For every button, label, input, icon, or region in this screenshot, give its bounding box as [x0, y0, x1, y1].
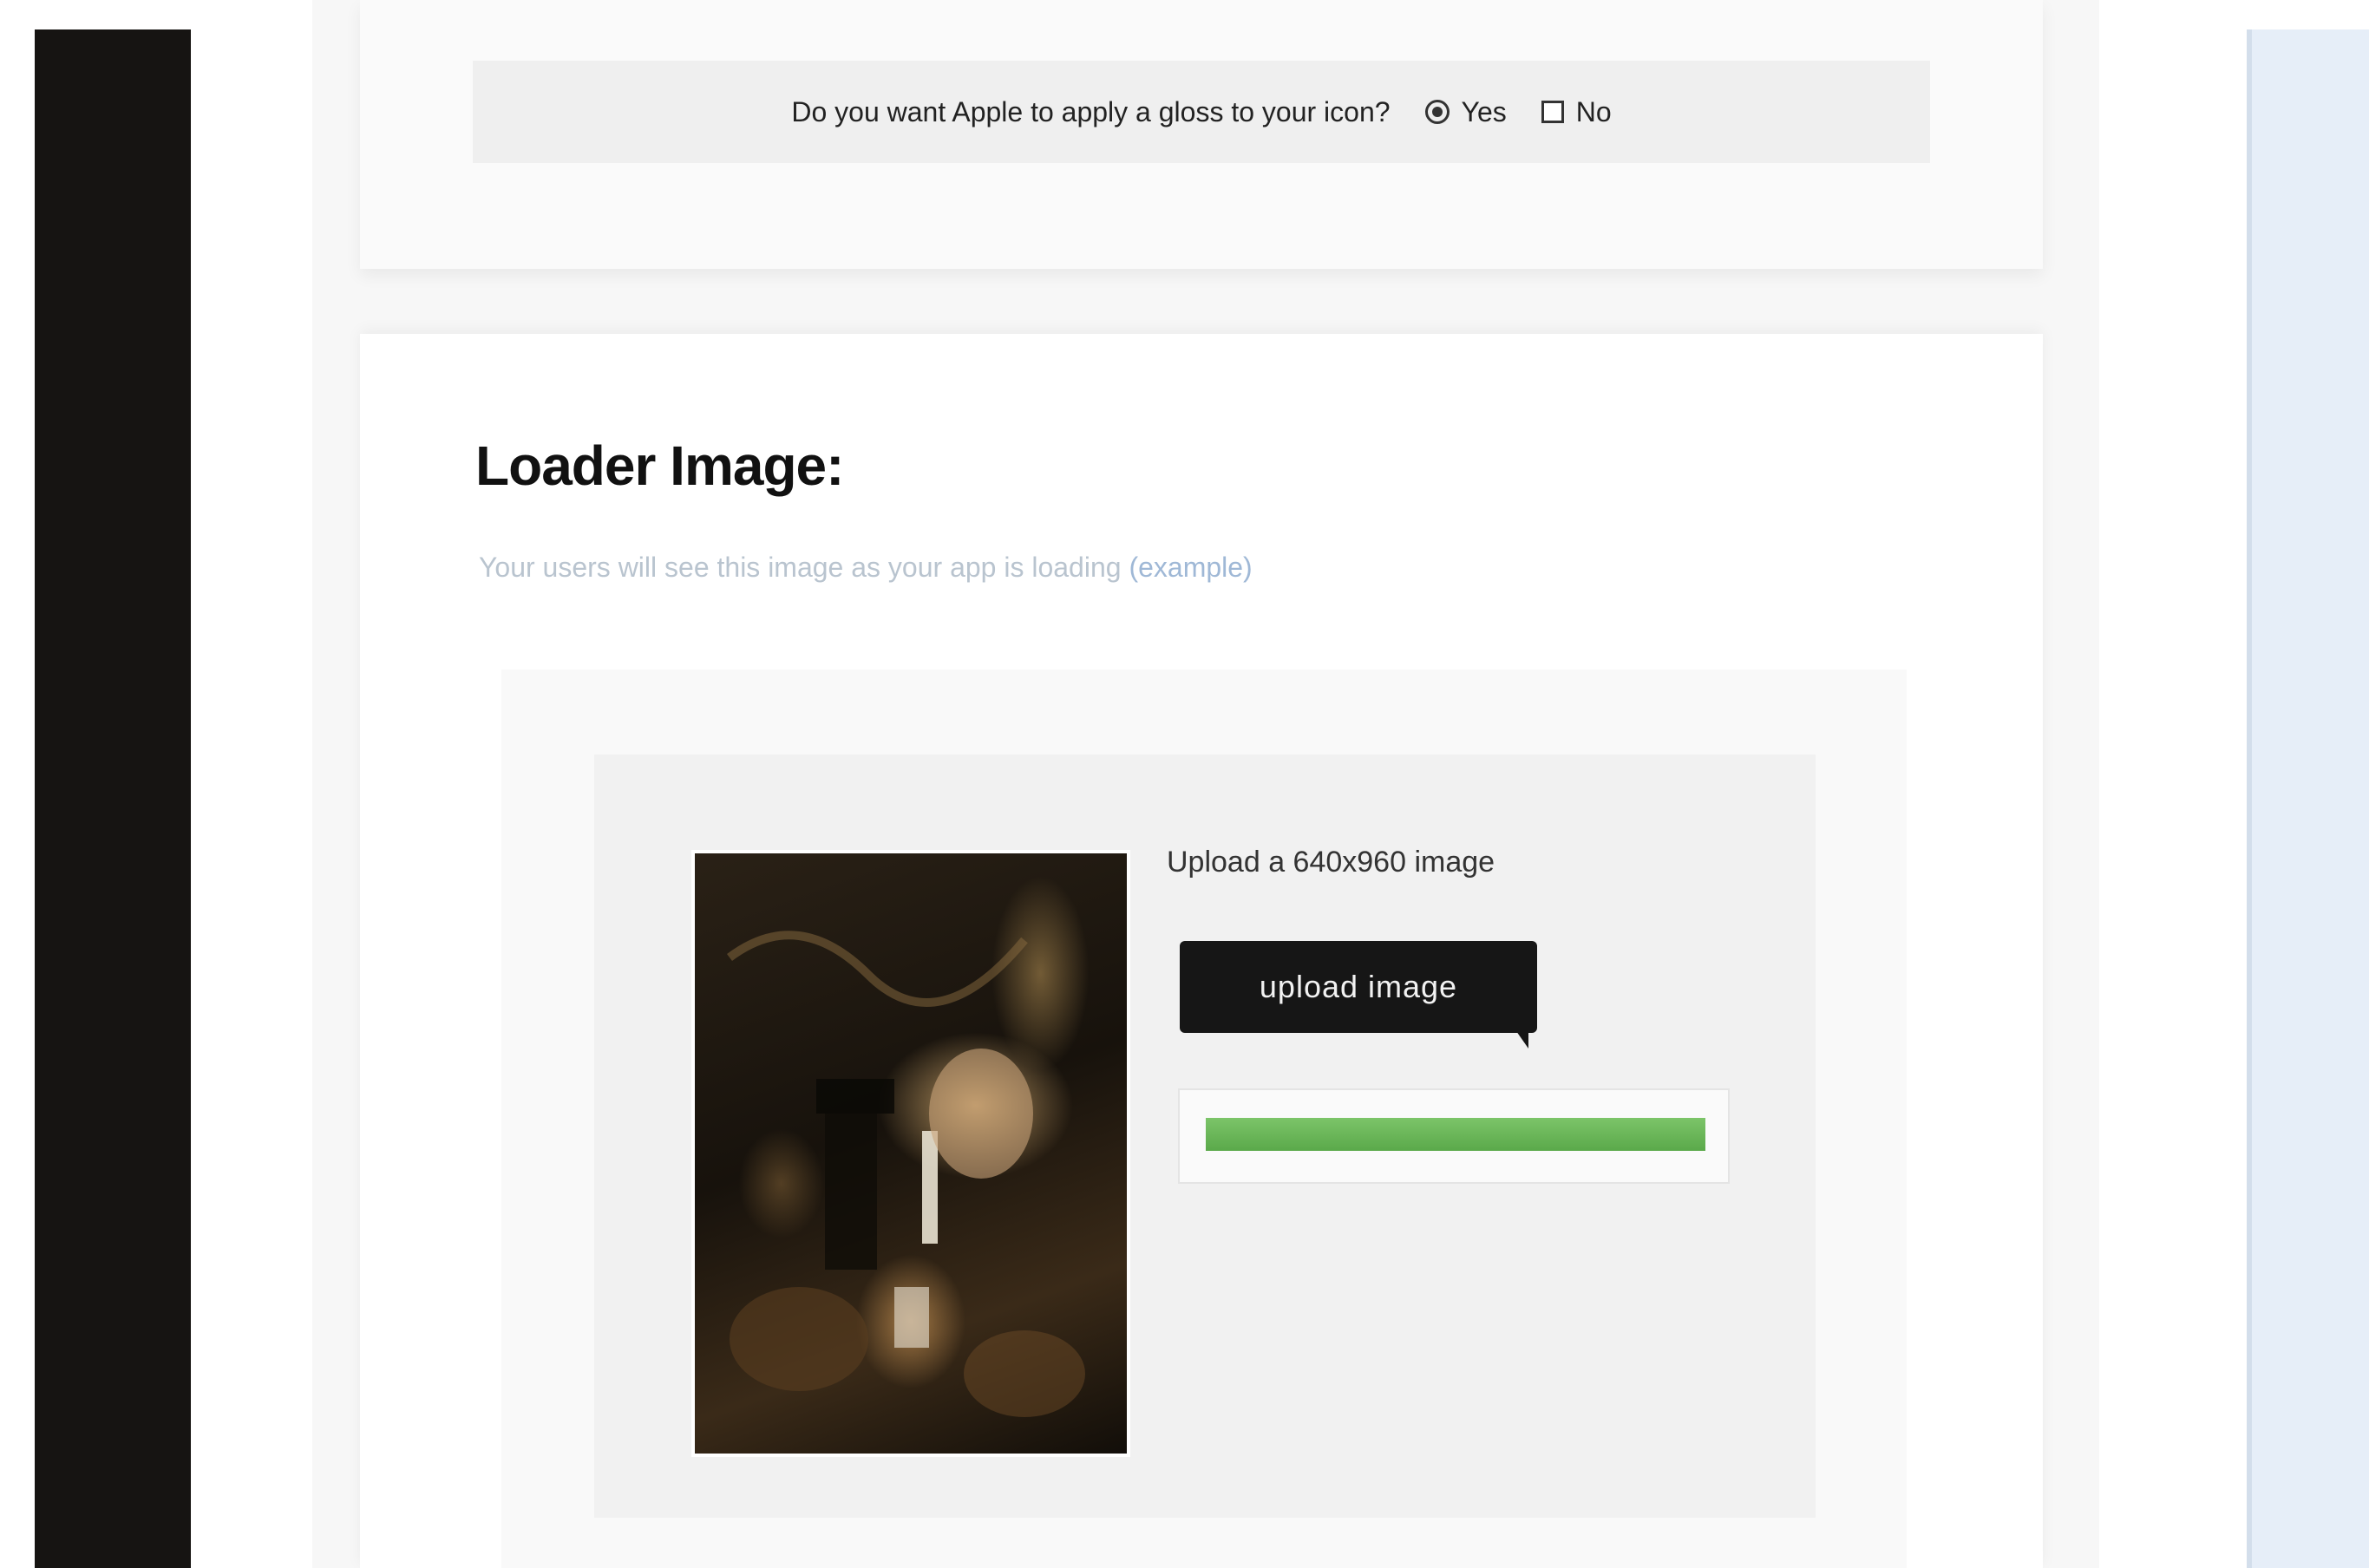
- upload-progress-track: [1206, 1118, 1705, 1151]
- gloss-option-no-label: No: [1575, 95, 1612, 127]
- checkbox-unchecked-icon[interactable]: [1541, 101, 1564, 123]
- gloss-question-bar: Do you want Apple to apply a gloss to yo…: [473, 61, 1930, 163]
- loader-image-thumbnail: [691, 850, 1130, 1457]
- loader-image-title: Loader Image:: [475, 434, 844, 497]
- gloss-option-no[interactable]: No: [1541, 96, 1612, 128]
- upload-instructions: Upload a 640x960 image: [1167, 846, 1495, 879]
- right-side-panel: [2247, 29, 2369, 1568]
- radio-checked-icon[interactable]: [1424, 100, 1450, 124]
- photo-scene-icon: [727, 931, 1085, 1417]
- upload-image-button[interactable]: upload image: [1180, 941, 1537, 1049]
- loader-description-text: Your users will see this image as your a…: [479, 552, 1122, 583]
- gloss-question-text: Do you want Apple to apply a gloss to yo…: [791, 95, 1391, 127]
- gloss-option-yes[interactable]: Yes: [1424, 95, 1507, 128]
- upload-progress-box: [1178, 1088, 1730, 1184]
- upload-progress-fill: [1206, 1118, 1705, 1151]
- app-window: Do you want Apple to apply a gloss to yo…: [0, 0, 2369, 1568]
- example-link[interactable]: (example): [1129, 552, 1252, 583]
- loader-image-description: Your users will see this image as your a…: [479, 552, 1253, 584]
- gloss-option-yes-label: Yes: [1461, 95, 1507, 127]
- dark-sidebar: [35, 29, 191, 1568]
